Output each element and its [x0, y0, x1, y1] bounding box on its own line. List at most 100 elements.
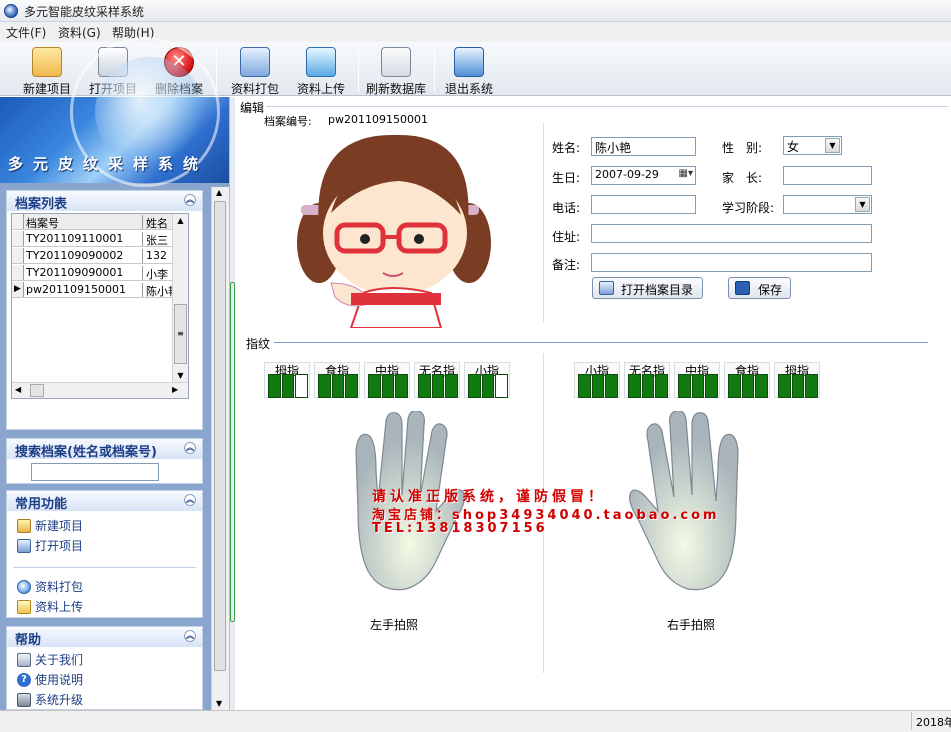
question-icon: ? [17, 673, 31, 687]
collapse-icon[interactable]: ︽ [184, 630, 196, 642]
common-package-data-label: 资料打包 [35, 580, 84, 594]
menu-file[interactable]: 文件(F) [6, 24, 46, 41]
row-selector[interactable] [12, 265, 24, 280]
collapse-icon[interactable]: ︽ [184, 494, 196, 506]
help-manual[interactable]: ? 使用说明 [7, 671, 202, 691]
toolbar-separator [434, 48, 435, 92]
right-thumb-slot[interactable]: 拇指 [774, 362, 820, 398]
left-middle-slot[interactable]: 中指 [364, 362, 410, 398]
app-logo-icon [4, 4, 18, 18]
column-header-record-no[interactable]: 档案号 [26, 215, 140, 229]
left-panel-scrollbar[interactable]: ▲ ▼ [211, 187, 229, 710]
vertical-divider [543, 123, 544, 323]
gender-label: 性 别: [722, 141, 763, 155]
common-upload-data[interactable]: 资料上传 [7, 598, 202, 618]
current-row-arrow-icon[interactable]: ▶ [12, 282, 24, 297]
table-row[interactable]: TY201109110001 张三 [12, 231, 188, 247]
tools-icon [17, 693, 31, 707]
row-selector[interactable] [12, 231, 24, 246]
exit-system-icon [454, 47, 484, 77]
scroll-left-icon[interactable]: ◀ [15, 385, 21, 394]
common-functions-header[interactable]: 常用功能 ︽ [7, 491, 202, 512]
grid-vertical-scrollbar[interactable]: ▲ ≡ ▼ [172, 214, 188, 382]
left-panel: 多元皮纹采样系统 档案列表 ︽ 档案号 姓名 TY201109110001 张三 [0, 37, 229, 711]
left-index-slot[interactable]: 食指 [314, 362, 360, 398]
open-record-dir-button[interactable]: 打开档案目录 [592, 277, 703, 299]
edit-area: 编辑 档案编号: pw201109150001 姓名: 陈小艳 性 别: 女 ▼… [236, 97, 951, 710]
left-ring-slot[interactable]: 无名指 [414, 362, 460, 398]
table-row[interactable]: TY201109090001 小李 [12, 265, 188, 281]
record-no-cell[interactable]: TY201109110001 [26, 232, 140, 246]
chevron-down-icon[interactable]: ▼ [825, 138, 840, 153]
note-label: 备注: [552, 258, 581, 272]
record-no-value: pw201109150001 [328, 113, 428, 126]
search-header[interactable]: 搜索档案(姓名或档案号) ︽ [7, 439, 202, 460]
common-open-project[interactable]: 打开项目 [7, 537, 202, 557]
help-upgrade[interactable]: 系统升级 [7, 691, 202, 711]
right-middle-slot[interactable]: 中指 [674, 362, 720, 398]
menu-data[interactable]: 资料(G) [58, 24, 101, 41]
left-finger-strip: 拇指 食指 中指 无名指 小指 [264, 362, 514, 398]
common-package-data[interactable]: 资料打包 [7, 578, 202, 598]
common-functions-title: 常用功能 [15, 497, 68, 512]
open-record-dir-label: 打开档案目录 [621, 283, 694, 297]
record-list-header[interactable]: 档案列表 ︽ [7, 191, 202, 212]
horizontal-scroll-thumb[interactable] [30, 384, 44, 397]
right-index-slot[interactable]: 食指 [724, 362, 770, 398]
birthday-picker[interactable]: 2007-09-29 ▦▾ [591, 166, 696, 185]
exit-system-button[interactable]: 退出系统 [440, 45, 498, 96]
note-field[interactable] [591, 253, 872, 272]
right-little-slot[interactable]: 小指 [574, 362, 620, 398]
right-ring-slot[interactable]: 无名指 [624, 362, 670, 398]
table-row[interactable]: TY201109090002 132 [12, 248, 188, 264]
help-title: 帮助 [15, 633, 42, 648]
scroll-up-icon[interactable]: ▲ [174, 216, 187, 225]
common-new-project[interactable]: 新建项目 [7, 517, 202, 537]
record-list-title: 档案列表 [15, 197, 68, 212]
help-header[interactable]: 帮助 ︽ [7, 627, 202, 648]
birthday-value: 2007-09-29 [595, 168, 659, 181]
upload-data-button[interactable]: 资料上传 [292, 45, 350, 96]
help-upgrade-label: 系统升级 [35, 693, 84, 707]
scroll-thumb[interactable] [214, 201, 226, 671]
panel-splitter[interactable] [229, 97, 235, 710]
save-button[interactable]: 保存 [728, 277, 791, 299]
scroll-down-icon[interactable]: ▼ [216, 699, 222, 708]
record-no-cell[interactable]: TY201109090002 [26, 249, 140, 263]
scroll-thumb[interactable]: ≡ [174, 304, 187, 364]
toolbar-separator [358, 48, 359, 92]
birthday-label: 生日: [552, 171, 581, 185]
help-about[interactable]: 关于我们 [7, 651, 202, 671]
calendar-icon[interactable]: ▦▾ [679, 168, 693, 179]
right-hand-caption: 右手拍照 [667, 618, 716, 632]
collapse-icon[interactable]: ︽ [184, 442, 196, 454]
parent-field[interactable] [783, 166, 872, 185]
scroll-right-icon[interactable]: ▶ [172, 385, 178, 394]
splitter-grip[interactable] [230, 282, 235, 622]
scroll-up-icon[interactable]: ▲ [216, 188, 222, 197]
record-no-cell[interactable]: pw201109150001 [26, 283, 140, 297]
collapse-icon[interactable]: ︽ [184, 194, 196, 206]
edit-section-title: 编辑 [238, 99, 267, 116]
phone-field[interactable] [591, 195, 696, 214]
record-no-cell[interactable]: TY201109090001 [26, 266, 140, 280]
record-no-label: 档案编号: [264, 115, 312, 128]
refresh-database-button[interactable]: 刷新数据库 [364, 45, 428, 96]
search-input[interactable] [31, 463, 159, 481]
address-field[interactable] [591, 224, 872, 243]
left-thumb-slot[interactable]: 拇指 [264, 362, 310, 398]
open-book-icon [17, 539, 31, 553]
gender-select[interactable]: 女 ▼ [783, 136, 842, 155]
globe-icon [17, 580, 31, 594]
row-selector[interactable] [12, 248, 24, 263]
left-little-slot[interactable]: 小指 [464, 362, 510, 398]
name-field[interactable]: 陈小艳 [591, 137, 696, 156]
package-data-button[interactable]: 资料打包 [226, 45, 284, 96]
table-row-selected[interactable]: ▶ pw201109150001 陈小艳 [12, 282, 188, 298]
study-stage-select[interactable]: ▼ [783, 195, 872, 214]
grid-horizontal-scrollbar[interactable]: ◀ ▶ [12, 382, 188, 398]
chevron-down-icon[interactable]: ▼ [855, 197, 870, 212]
scroll-down-icon[interactable]: ▼ [174, 371, 187, 380]
upload-data-icon [306, 47, 336, 77]
new-project-button[interactable]: 新建项目 [18, 45, 76, 96]
